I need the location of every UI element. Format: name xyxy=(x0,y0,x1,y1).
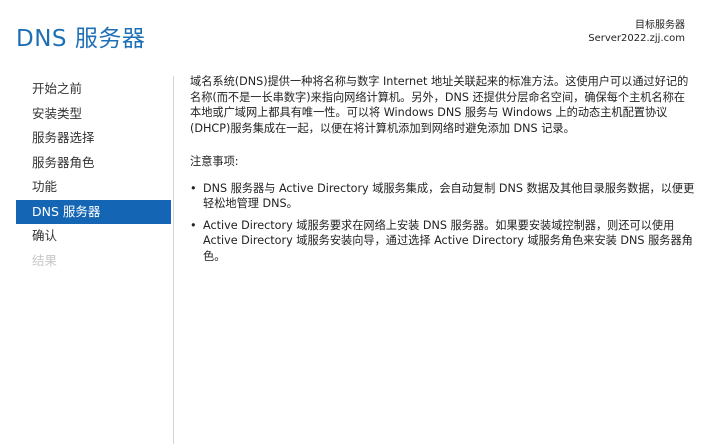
bullet-icon: • xyxy=(190,218,197,232)
nav-item-features[interactable]: 功能 xyxy=(16,175,171,200)
wizard-navigation: 开始之前 安装类型 服务器选择 服务器角色 功能 DNS 服务器 确认 结果 xyxy=(16,77,171,273)
nav-item-server-roles[interactable]: 服务器角色 xyxy=(16,151,171,176)
nav-item-server-selection[interactable]: 服务器选择 xyxy=(16,126,171,151)
dns-description: 域名系统(DNS)提供一种将名称与数字 Internet 地址关联起来的标准方法… xyxy=(190,75,689,135)
target-server-info: 目标服务器 Server2022.zjj.com xyxy=(588,19,685,45)
note-text: DNS 服务器与 Active Directory 域服务集成，会自动复制 DN… xyxy=(203,181,695,211)
target-server-label: 目标服务器 xyxy=(635,20,685,31)
note-text: Active Directory 域服务要求在网络上安装 DNS 服务器。如果要… xyxy=(203,218,693,263)
list-item: • DNS 服务器与 Active Directory 域服务集成，会自动复制 … xyxy=(190,181,695,212)
notes-heading: 注意事项: xyxy=(190,155,239,168)
nav-item-before-you-begin[interactable]: 开始之前 xyxy=(16,77,171,102)
bullet-icon: • xyxy=(190,181,197,195)
page-title: DNS 服务器 xyxy=(16,26,146,52)
nav-item-installation-type[interactable]: 安装类型 xyxy=(16,102,171,127)
nav-item-dns-server[interactable]: DNS 服务器 xyxy=(16,199,171,224)
sidebar-divider xyxy=(173,76,174,444)
main-content: 域名系统(DNS)提供一种将名称与数字 Internet 地址关联起来的标准方法… xyxy=(190,74,695,270)
target-server-name: Server2022.zjj.com xyxy=(588,33,685,44)
notes-list: • DNS 服务器与 Active Directory 域服务集成，会自动复制 … xyxy=(190,181,695,265)
nav-item-confirmation[interactable]: 确认 xyxy=(16,224,171,249)
nav-item-results: 结果 xyxy=(32,252,58,268)
list-item: • Active Directory 域服务要求在网络上安装 DNS 服务器。如… xyxy=(190,218,695,265)
